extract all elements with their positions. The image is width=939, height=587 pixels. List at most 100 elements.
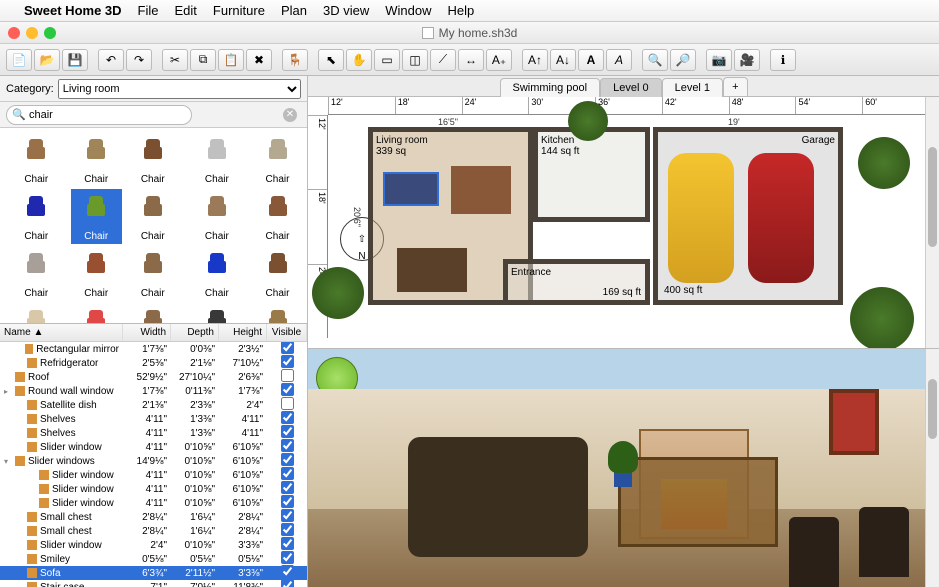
plan-scrollbar[interactable]: [925, 97, 939, 348]
visible-checkbox[interactable]: [281, 523, 294, 536]
catalog-item[interactable]: Chair: [4, 246, 69, 301]
visible-checkbox[interactable]: [281, 369, 294, 382]
video-button[interactable]: 🎥: [734, 49, 760, 71]
catalog-item[interactable]: Chair: [71, 132, 122, 187]
col-name[interactable]: Name ▲: [0, 324, 123, 341]
furniture-table[interactable]: Name ▲ Width Depth Height Visible Rectan…: [0, 324, 307, 587]
col-visible[interactable]: Visible: [267, 324, 307, 341]
tab-add-button[interactable]: +: [723, 77, 747, 96]
tab-level-0[interactable]: Level 0: [600, 78, 661, 97]
text-tool[interactable]: A₊: [486, 49, 512, 71]
visible-checkbox[interactable]: [281, 425, 294, 438]
3d-scrollbar[interactable]: [925, 349, 939, 587]
category-select[interactable]: Living room: [58, 79, 301, 99]
dimension-tool[interactable]: ↔: [458, 49, 484, 71]
furniture-tree[interactable]: [850, 287, 914, 349]
polyline-tool[interactable]: ⟋: [430, 49, 456, 71]
delete-button[interactable]: ✖: [246, 49, 272, 71]
clear-search-icon[interactable]: ✕: [283, 108, 297, 122]
italic-button[interactable]: A: [606, 49, 632, 71]
open-button[interactable]: 📂: [34, 49, 60, 71]
plan-view[interactable]: 12'18'24'30'36'42'48'54'60' 12'18'24' ⇧N…: [308, 97, 939, 349]
catalog-item[interactable]: Chair: [71, 189, 122, 244]
visible-checkbox[interactable]: [281, 439, 294, 452]
furniture-car-yellow[interactable]: [668, 153, 734, 283]
table-header[interactable]: Name ▲ Width Depth Height Visible: [0, 324, 307, 342]
table-row[interactable]: ▸Round wall window 1'7⅜"0'11⅜"1'7⅜": [0, 384, 307, 398]
zoom-out-button[interactable]: 🔎: [670, 49, 696, 71]
zoom-in-button[interactable]: 🔍: [642, 49, 668, 71]
photo-button[interactable]: 📷: [706, 49, 732, 71]
table-row[interactable]: Slider window 2'4"0'10⅝"3'3⅜": [0, 538, 307, 552]
table-row[interactable]: Rectangular mirror 1'7⅜"0'0⅜"2'3½": [0, 342, 307, 356]
visible-checkbox[interactable]: [281, 355, 294, 368]
visible-checkbox[interactable]: [281, 495, 294, 508]
close-icon[interactable]: [8, 27, 20, 39]
redo-button[interactable]: ↷: [126, 49, 152, 71]
room-kitchen[interactable]: Kitchen 144 sq ft: [533, 127, 650, 222]
table-row[interactable]: Shelves 4'11"1'3⅜"4'11": [0, 412, 307, 426]
catalog-item[interactable]: Chair: [184, 132, 250, 187]
furniture-rug[interactable]: [451, 166, 511, 214]
catalog-item[interactable]: Lattice chair: [124, 303, 182, 324]
new-button[interactable]: 📄: [6, 49, 32, 71]
save-button[interactable]: 💾: [62, 49, 88, 71]
catalog-item[interactable]: Chair: [252, 246, 303, 301]
furniture-tree[interactable]: [858, 137, 910, 189]
catalog-item[interactable]: Chair: [124, 132, 182, 187]
catalog-item[interactable]: Modern arm...: [184, 303, 250, 324]
catalog-item[interactable]: Chair: [184, 189, 250, 244]
visible-checkbox[interactable]: [281, 551, 294, 564]
minimize-icon[interactable]: [26, 27, 38, 39]
select-tool[interactable]: ⬉: [318, 49, 344, 71]
table-row[interactable]: Slider window 4'11"0'10⅝"6'10⅝": [0, 440, 307, 454]
catalog-item[interactable]: Chair: [71, 246, 122, 301]
catalog-item[interactable]: Chair: [252, 189, 303, 244]
table-row[interactable]: ▾Slider windows 14'9⅛"0'10⅝"6'10⅝": [0, 454, 307, 468]
menu-furniture[interactable]: Furniture: [213, 3, 265, 18]
visible-checkbox[interactable]: [281, 537, 294, 550]
furniture-sofa-selected[interactable]: [383, 172, 439, 206]
bold-button[interactable]: A: [578, 49, 604, 71]
furniture-car-red[interactable]: [748, 153, 814, 283]
search-input[interactable]: [6, 105, 192, 125]
visible-checkbox[interactable]: [281, 509, 294, 522]
visible-checkbox[interactable]: [281, 579, 294, 587]
text-size-down-button[interactable]: A↓: [550, 49, 576, 71]
paste-button[interactable]: 📋: [218, 49, 244, 71]
catalog-item[interactable]: Chair: [124, 246, 182, 301]
zoom-icon[interactable]: [44, 27, 56, 39]
furniture-tree[interactable]: [568, 101, 608, 141]
col-depth[interactable]: Depth: [171, 324, 219, 341]
table-row[interactable]: Smiley 0'5⅛"0'5⅛"0'5⅛": [0, 552, 307, 566]
table-row[interactable]: Satellite dish 2'1⅜"2'3⅜"2'4": [0, 398, 307, 412]
furniture-catalog[interactable]: ChairChairChairChairChairChairChairChair…: [0, 128, 307, 324]
furniture-tree[interactable]: [312, 267, 364, 319]
table-row[interactable]: Slider window 4'11"0'10⅝"6'10⅝": [0, 468, 307, 482]
menu-plan[interactable]: Plan: [281, 3, 307, 18]
menu-3dview[interactable]: 3D view: [323, 3, 369, 18]
menu-edit[interactable]: Edit: [175, 3, 197, 18]
table-row[interactable]: Refridgerator 2'5⅜"2'1⅛"7'10½": [0, 356, 307, 370]
cut-button[interactable]: ✂: [162, 49, 188, 71]
undo-button[interactable]: ↶: [98, 49, 124, 71]
visible-checkbox[interactable]: [281, 383, 294, 396]
catalog-item[interactable]: Chair: [124, 189, 182, 244]
visible-checkbox[interactable]: [281, 397, 294, 410]
table-row[interactable]: Slider window 4'11"0'10⅝"6'10⅝": [0, 482, 307, 496]
table-row[interactable]: Roof 52'9½"27'10¼"2'6⅜": [0, 370, 307, 384]
table-row[interactable]: Stair case 7'1"7'0½"11'8⅜": [0, 580, 307, 587]
table-row[interactable]: Slider window 4'11"0'10⅝"6'10⅝": [0, 496, 307, 510]
visible-checkbox[interactable]: [281, 481, 294, 494]
3d-view[interactable]: [308, 349, 939, 587]
furniture-dining-table[interactable]: [397, 248, 467, 292]
visible-checkbox[interactable]: [281, 411, 294, 424]
wall-tool[interactable]: ▭: [374, 49, 400, 71]
menu-help[interactable]: Help: [447, 3, 474, 18]
catalog-item[interactable]: Chair: [4, 132, 69, 187]
catalog-item[interactable]: Child chair: [71, 303, 122, 324]
room-tool[interactable]: ◫: [402, 49, 428, 71]
tab-level-1[interactable]: Level 1: [662, 78, 723, 97]
menu-window[interactable]: Window: [385, 3, 431, 18]
catalog-item[interactable]: Chair with c...: [4, 303, 69, 324]
